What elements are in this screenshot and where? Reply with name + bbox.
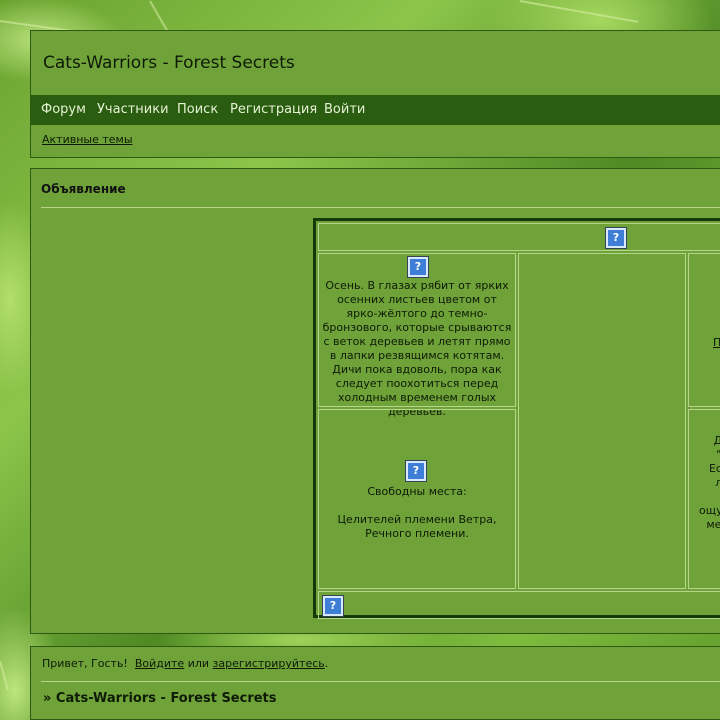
right-cell-bottom: До "С Есл ле ощут мед я xyxy=(688,409,720,589)
right-partial-line: ощут xyxy=(698,504,720,517)
broken-image-icon: ? xyxy=(323,596,343,616)
right-partial-line: ле xyxy=(715,476,720,489)
announce-header-cell: ? xyxy=(318,223,720,251)
right-partial-line: "С xyxy=(689,448,720,462)
free-places-title: Свободны места: xyxy=(367,485,467,498)
login-link[interactable]: Войдите xyxy=(135,657,184,670)
or-text: или xyxy=(187,657,210,670)
free-places-text: Целителей племени Ветра, Речного племени… xyxy=(337,513,497,540)
broken-image-icon: ? xyxy=(408,257,428,277)
forum-footer: Привет, Гость! Войдите или зарегистрируй… xyxy=(30,646,720,720)
middle-cell xyxy=(518,253,686,589)
announce-footer-cell: ? xyxy=(318,591,720,619)
section-divider xyxy=(41,207,720,208)
greeting-text: Привет, Гость! xyxy=(42,657,128,670)
right-cell-top: П xyxy=(688,253,720,407)
main-navbar: Форум Участники Поиск Регистрация Войти xyxy=(31,95,720,125)
right-partial-line xyxy=(689,490,720,504)
leaf-vein xyxy=(0,660,9,691)
right-partial-line: Есл xyxy=(708,462,720,475)
nav-search[interactable]: Поиск xyxy=(177,102,218,117)
leaf-vein xyxy=(519,0,639,23)
right-link-partial[interactable]: П xyxy=(713,336,720,350)
nav-forum[interactable]: Форум xyxy=(41,102,86,117)
breadcrumb[interactable]: » Cats-Warriors - Forest Secrets xyxy=(43,691,277,706)
right-partial-line: мед xyxy=(706,518,720,531)
season-cell: ? Осень. В глазах рябит от ярких осенних… xyxy=(318,253,516,418)
announcement-section: Объявление ? ? Осень. В глазах рябит от … xyxy=(30,168,720,634)
footer-divider xyxy=(41,681,720,682)
greeting-end: . xyxy=(324,657,329,670)
nav-register[interactable]: Регистрация xyxy=(230,102,317,117)
announcement-table: ? ? Осень. В глазах рябит от ярких осенн… xyxy=(313,218,720,619)
guest-greeting: Привет, Гость! Войдите или зарегистрируй… xyxy=(42,657,328,670)
season-text: Осень. В глазах рябит от ярких осенних л… xyxy=(322,279,512,418)
nav-login[interactable]: Войти xyxy=(324,102,365,117)
right-partial-line: До xyxy=(713,434,720,447)
free-places-cell: ? Свободны места: Целителей племени Ветр… xyxy=(318,409,516,589)
broken-image-icon: ? xyxy=(406,461,426,481)
forum-header: Cats-Warriors - Forest Secrets Форум Уча… xyxy=(30,30,720,158)
nav-members[interactable]: Участники xyxy=(97,102,169,117)
broken-image-icon: ? xyxy=(606,228,626,248)
register-link[interactable]: зарегистрируйтесь xyxy=(213,657,325,670)
board-title[interactable]: Cats-Warriors - Forest Secrets xyxy=(43,53,295,73)
active-topics-link[interactable]: Активные темы xyxy=(42,133,133,146)
section-title: Объявление xyxy=(41,182,126,196)
right-partial-line: я xyxy=(689,532,720,546)
